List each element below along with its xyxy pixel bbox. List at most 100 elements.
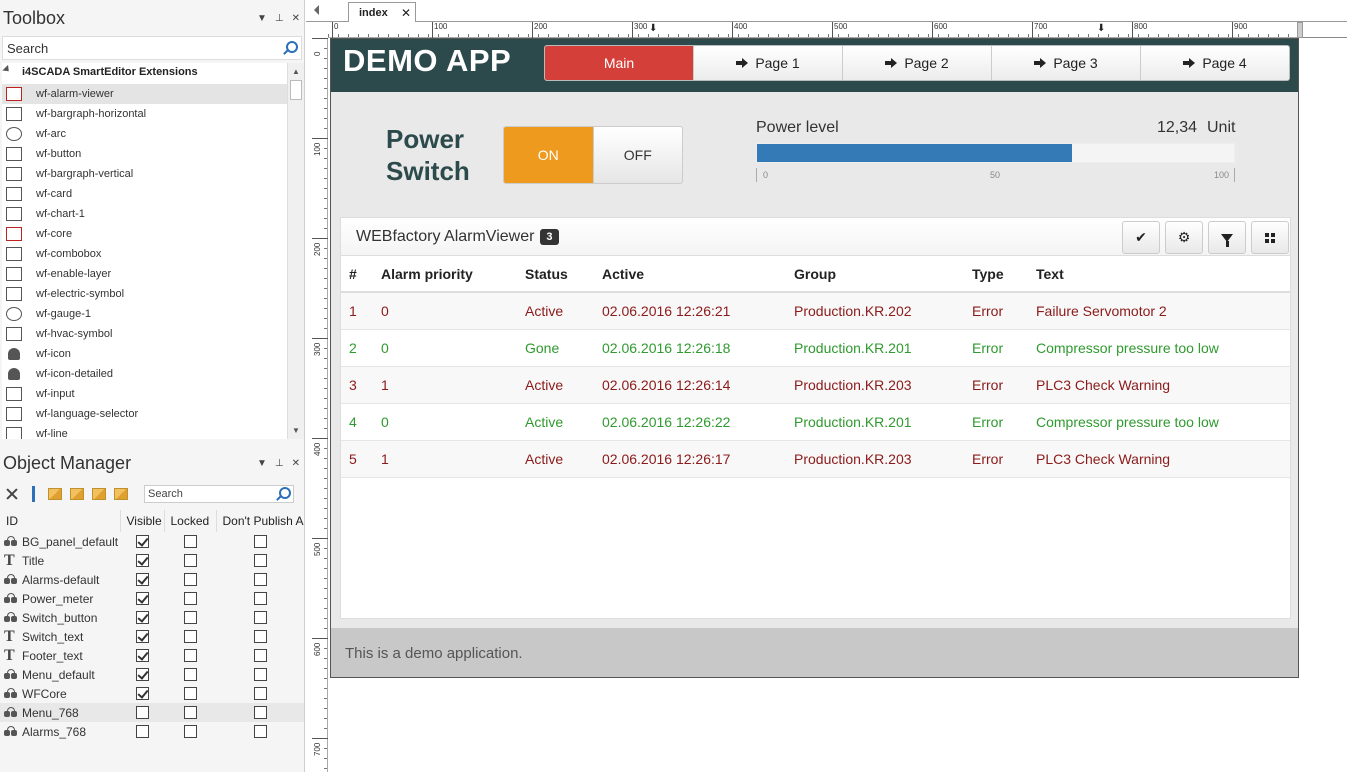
toolbox-item[interactable]: wf-combobox bbox=[2, 244, 287, 264]
nav-page-4[interactable]: Page 4 bbox=[1141, 46, 1289, 80]
delete-icon[interactable] bbox=[4, 486, 20, 502]
close-icon[interactable]: ✕ bbox=[292, 13, 300, 24]
visible-checkbox[interactable] bbox=[135, 592, 149, 605]
dropdown-icon[interactable]: ▼ bbox=[257, 458, 267, 469]
object-row[interactable]: T Switch_text bbox=[0, 627, 304, 646]
breakpoint-marker-icon[interactable]: ⬇ bbox=[649, 24, 657, 34]
locked-checkbox[interactable] bbox=[183, 630, 197, 643]
switch-on-button[interactable]: ON bbox=[504, 127, 593, 183]
toolbox-item[interactable]: wf-line bbox=[2, 424, 287, 439]
dont-publish-checkbox[interactable] bbox=[253, 573, 267, 586]
locked-checkbox[interactable] bbox=[183, 649, 197, 662]
locked-checkbox[interactable] bbox=[183, 668, 197, 681]
toolbox-item[interactable]: wf-electric-symbol bbox=[2, 284, 287, 304]
object-row[interactable]: Alarms_768 bbox=[0, 722, 304, 741]
alarm-row[interactable]: 4 0 Active 02.06.2016 12:26:22 Production.KR… bbox=[341, 403, 1290, 441]
locked-checkbox[interactable] bbox=[183, 554, 197, 567]
search-icon[interactable] bbox=[283, 41, 298, 55]
locked-checkbox[interactable] bbox=[183, 706, 197, 719]
toolbox-item[interactable]: wf-gauge-1 bbox=[2, 304, 287, 324]
nav-page-3[interactable]: Page 3 bbox=[992, 46, 1141, 80]
col-group[interactable]: Group bbox=[786, 256, 964, 293]
breakpoint-marker-icon[interactable]: ⬇ bbox=[1097, 24, 1105, 34]
col-num[interactable]: # bbox=[341, 256, 373, 293]
wrench-icon[interactable] bbox=[32, 486, 40, 502]
toolbox-item[interactable]: wf-bargraph-vertical bbox=[2, 164, 287, 184]
columns-button[interactable] bbox=[1251, 221, 1289, 254]
visible-checkbox[interactable] bbox=[135, 725, 149, 738]
object-row[interactable]: Menu_default bbox=[0, 665, 304, 684]
toolbox-item[interactable]: wf-input bbox=[2, 384, 287, 404]
toolbox-item[interactable]: wf-hvac-symbol bbox=[2, 324, 287, 344]
visible-checkbox[interactable] bbox=[135, 706, 149, 719]
toolbox-search-input[interactable]: Search bbox=[2, 36, 302, 60]
settings-button[interactable]: ⚙ bbox=[1165, 221, 1203, 254]
toolbox-item[interactable]: wf-arc bbox=[2, 124, 287, 144]
column-visible[interactable]: Visible bbox=[120, 510, 165, 532]
object-row[interactable]: T Footer_text bbox=[0, 646, 304, 665]
alarm-row[interactable]: 5 1 Active 02.06.2016 12:26:17 Production.KR… bbox=[341, 440, 1290, 478]
alarm-row[interactable]: 3 1 Active 02.06.2016 12:26:14 Production.KR… bbox=[341, 366, 1290, 404]
nav-page-1[interactable]: Page 1 bbox=[694, 46, 843, 80]
scroll-up-icon[interactable]: ▲ bbox=[288, 63, 304, 80]
col-text[interactable]: Text bbox=[1028, 256, 1290, 293]
tab-scroll-left-icon[interactable] bbox=[314, 5, 319, 15]
toolbox-item[interactable]: wf-icon bbox=[2, 344, 287, 364]
acknowledge-button[interactable]: ✔ bbox=[1122, 221, 1160, 254]
visible-checkbox[interactable] bbox=[135, 535, 149, 548]
search-icon[interactable] bbox=[276, 487, 291, 501]
dont-publish-checkbox[interactable] bbox=[253, 630, 267, 643]
visible-checkbox[interactable] bbox=[135, 687, 149, 700]
alarm-row[interactable]: 1 0 Active 02.06.2016 12:26:21 Production.KR… bbox=[341, 292, 1290, 330]
toolbox-item[interactable]: wf-alarm-viewer bbox=[2, 84, 287, 104]
column-dont-publish[interactable]: Don't Publish A bbox=[216, 510, 304, 532]
scroll-thumb[interactable] bbox=[290, 80, 302, 100]
visible-checkbox[interactable] bbox=[135, 649, 149, 662]
col-active[interactable]: Active bbox=[594, 256, 786, 293]
toolbox-item[interactable]: wf-enable-layer bbox=[2, 264, 287, 284]
visible-checkbox[interactable] bbox=[135, 668, 149, 681]
toolbox-item[interactable]: wf-bargraph-horizontal bbox=[2, 104, 287, 124]
send-backward-icon[interactable] bbox=[92, 488, 106, 500]
dont-publish-checkbox[interactable] bbox=[253, 725, 267, 738]
col-status[interactable]: Status bbox=[517, 256, 594, 293]
dont-publish-checkbox[interactable] bbox=[253, 706, 267, 719]
scroll-down-icon[interactable]: ▼ bbox=[288, 422, 304, 439]
locked-checkbox[interactable] bbox=[183, 687, 197, 700]
dont-publish-checkbox[interactable] bbox=[253, 668, 267, 681]
close-icon[interactable]: ✕ bbox=[292, 458, 300, 469]
send-back-icon[interactable] bbox=[114, 488, 128, 500]
column-id[interactable]: ID bbox=[0, 510, 121, 532]
close-tab-icon[interactable]: ✕ bbox=[401, 6, 411, 20]
object-row[interactable]: Alarms-default bbox=[0, 570, 304, 589]
toolbox-item[interactable]: wf-icon-detailed bbox=[2, 364, 287, 384]
dont-publish-checkbox[interactable] bbox=[253, 687, 267, 700]
ruler-handle[interactable] bbox=[1297, 22, 1303, 38]
pin-icon[interactable]: ⊥ bbox=[275, 458, 284, 469]
dont-publish-checkbox[interactable] bbox=[253, 554, 267, 567]
nav-page-2[interactable]: Page 2 bbox=[843, 46, 992, 80]
toolbox-scrollbar[interactable]: ▲ ▼ bbox=[287, 63, 304, 439]
toolbox-item[interactable]: wf-chart-1 bbox=[2, 204, 287, 224]
nav-main[interactable]: Main bbox=[545, 46, 694, 80]
dont-publish-checkbox[interactable] bbox=[253, 535, 267, 548]
toolbox-group-header[interactable]: i4SCADA SmartEditor Extensions bbox=[2, 63, 304, 82]
object-row[interactable]: Power_meter bbox=[0, 589, 304, 608]
object-row[interactable]: WFCore bbox=[0, 684, 304, 703]
locked-checkbox[interactable] bbox=[183, 573, 197, 586]
bring-front-icon[interactable] bbox=[48, 488, 62, 500]
col-priority[interactable]: Alarm priority bbox=[373, 256, 517, 293]
toolbox-item[interactable]: wf-card bbox=[2, 184, 287, 204]
switch-off-button[interactable]: OFF bbox=[592, 127, 682, 183]
locked-checkbox[interactable] bbox=[183, 592, 197, 605]
bring-forward-icon[interactable] bbox=[70, 488, 84, 500]
alarm-row[interactable]: 2 0 Gone 02.06.2016 12:26:18 Production.KR.2… bbox=[341, 329, 1290, 367]
locked-checkbox[interactable] bbox=[183, 611, 197, 624]
locked-checkbox[interactable] bbox=[183, 725, 197, 738]
dont-publish-checkbox[interactable] bbox=[253, 611, 267, 624]
col-type[interactable]: Type bbox=[964, 256, 1028, 293]
dont-publish-checkbox[interactable] bbox=[253, 649, 267, 662]
dont-publish-checkbox[interactable] bbox=[253, 592, 267, 605]
locked-checkbox[interactable] bbox=[183, 535, 197, 548]
dropdown-icon[interactable]: ▼ bbox=[257, 13, 267, 24]
